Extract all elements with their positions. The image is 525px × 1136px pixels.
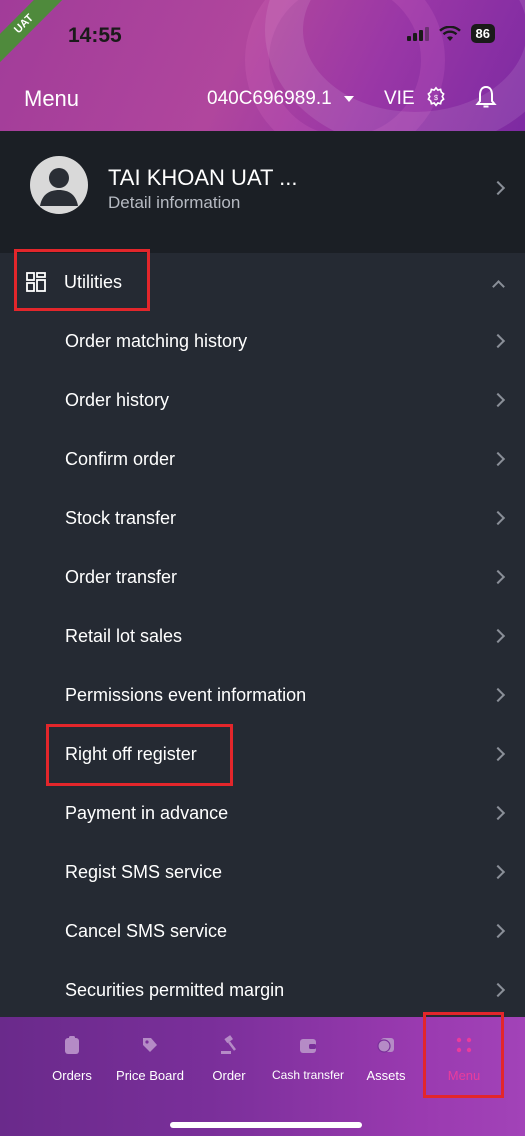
home-indicator [170,1122,362,1128]
menu-item-label: Confirm order [65,449,176,469]
nav-price-board[interactable]: Price Board [110,1035,190,1083]
highlight-box-utilities [14,249,150,311]
utilities-menu-list: Order matching history Order history Con… [0,312,525,1020]
clipboard-icon [65,1036,79,1054]
gavel-icon [221,1035,236,1054]
nav-orders[interactable]: Orders [46,1035,98,1083]
signal-icon [406,26,429,41]
chevron-right-icon [490,687,506,703]
nav-label: Order [212,1068,246,1083]
menu-item-label: Retail lot sales [65,626,183,646]
chevron-right-icon [490,805,506,821]
nav-order[interactable]: Order [207,1035,251,1083]
menu-item-order-matching-history[interactable]: Order matching history [0,312,525,371]
menu-item-label: Stock transfer [65,508,177,528]
nav-cash-transfer[interactable]: Cash transfer [265,1035,351,1082]
chevron-right-icon [490,569,506,585]
uat-ribbon: UAT [0,0,64,64]
coins-icon [377,1038,394,1053]
nav-label: Assets [366,1068,406,1083]
nav-assets[interactable]: Assets [361,1035,411,1083]
chevron-right-icon [490,333,506,349]
menu-item-label: Cancel SMS service [65,921,228,941]
profile-subtitle: Detail information [108,193,241,212]
chevron-right-icon [490,392,506,408]
nav-label: Orders [52,1068,92,1083]
menu-item-label: Order transfer [65,567,178,587]
caret-down-icon [343,96,354,102]
battery-icon: 86 [470,24,495,43]
nav-label: Price Board [116,1068,184,1083]
header-bar: UAT 14:55 86 Menu 040C696989.1 VIE $ [0,0,525,131]
profile-name: TAI KHOAN UAT ... [108,165,298,190]
menu-item-permissions-event-information[interactable]: Permissions event information [0,666,525,725]
account-number: 040C696989.1 [207,88,332,109]
menu-item-stock-transfer[interactable]: Stock transfer [0,489,525,548]
menu-item-payment-in-advance[interactable]: Payment in advance [0,784,525,843]
avatar [30,156,88,214]
status-icons: 86 [406,24,495,43]
wifi-icon [438,25,461,41]
page-title: Menu [24,86,80,111]
chevron-right-icon [490,746,506,762]
menu-item-regist-sms-service[interactable]: Regist SMS service [0,843,525,902]
chevron-right-icon [490,864,506,880]
chevron-right-icon [490,180,506,196]
chevron-right-icon [490,628,506,644]
language-toggle[interactable]: VIE [384,88,415,110]
nav-label: Cash transfer [271,1068,345,1082]
status-time: 14:55 [68,24,122,47]
menu-item-label: Order history [65,390,170,410]
chevron-right-icon [490,923,506,939]
tag-icon [143,1038,157,1052]
menu-item-order-transfer[interactable]: Order transfer [0,548,525,607]
bell-icon[interactable] [474,84,498,110]
menu-item-label: Payment in advance [65,803,229,823]
svg-text:$: $ [434,93,438,102]
gear-icon[interactable]: $ [425,86,447,108]
chevron-right-icon [490,451,506,467]
menu-item-label: Order matching history [65,331,248,351]
menu-item-label: Regist SMS service [65,862,223,882]
highlight-box-right-off-register [46,724,233,786]
menu-item-confirm-order[interactable]: Confirm order [0,430,525,489]
chevron-right-icon [490,510,506,526]
menu-item-order-history[interactable]: Order history [0,371,525,430]
chevron-right-icon [490,982,506,998]
account-selector[interactable]: 040C696989.1 [207,88,354,110]
profile-card[interactable]: TAI KHOAN UAT ... Detail information [0,131,525,253]
menu-item-label: Securities permitted margin [65,980,285,1000]
menu-item-cancel-sms-service[interactable]: Cancel SMS service [0,902,525,961]
wallet-icon [300,1039,316,1053]
user-icon [40,168,78,206]
menu-item-retail-lot-sales[interactable]: Retail lot sales [0,607,525,666]
highlight-box-menu [423,1012,504,1098]
menu-item-label: Permissions event information [65,685,307,705]
